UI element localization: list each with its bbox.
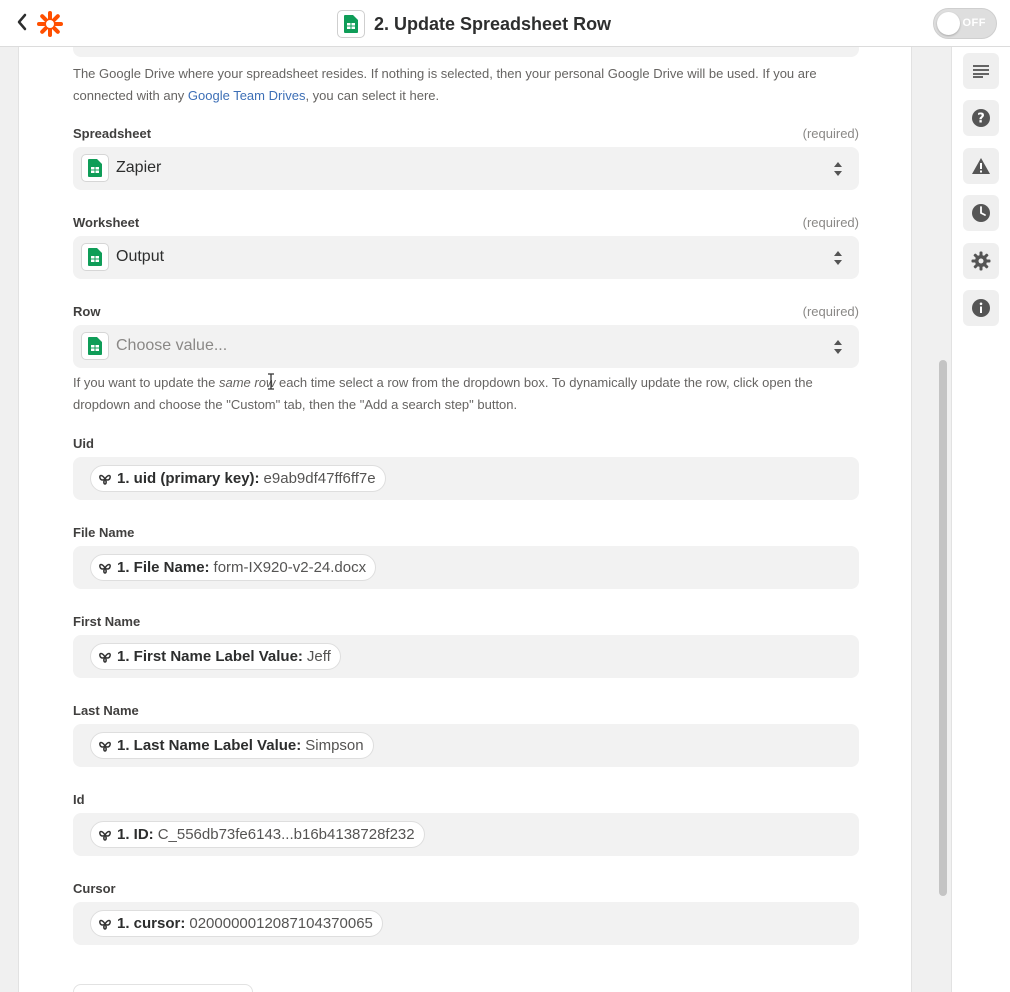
chevron-left-icon[interactable] — [16, 12, 34, 34]
toggle-label: OFF — [962, 17, 986, 29]
list-icon[interactable] — [963, 53, 999, 89]
mapped-field-input[interactable]: 1. uid (primary key): e9ab9df47ff6ff7e — [73, 457, 859, 500]
mapped-value-sample: form-IX920-v2-24.docx — [213, 559, 367, 576]
clock-icon[interactable] — [963, 195, 999, 231]
worksheet-value: Output — [116, 248, 165, 265]
row-label-row: Row (required) — [73, 304, 859, 322]
mapped-field-input[interactable]: 1. ID: C_556db73fe6143...b16b4138728f232 — [73, 813, 859, 856]
editor-header: 2. Update Spreadsheet Row OFF — [0, 0, 1010, 47]
row-placeholder: Choose value... — [116, 337, 228, 354]
field-label-row: File Name — [73, 525, 859, 543]
google-sheets-icon — [81, 154, 109, 182]
mapped-field-input[interactable]: 1. File Name: form-IX920-v2-24.docx — [73, 546, 859, 589]
step-form-panel: The Google Drive where your spreadsheet … — [18, 47, 912, 992]
mapped-field-input[interactable]: 1. Last Name Label Value: Simpson — [73, 724, 859, 767]
field-label: Uid — [73, 436, 94, 451]
row-help-text: If you want to update the same row each … — [73, 372, 859, 416]
field-label: First Name — [73, 614, 141, 629]
field-label-row: Last Name — [73, 703, 859, 721]
mapped-value-key: 1. uid (primary key): — [117, 470, 260, 487]
continue-button-stub[interactable] — [73, 984, 253, 992]
row-help-part1: If you want to update the — [73, 375, 219, 390]
spreadsheet-label-row: Spreadsheet (required) — [73, 126, 859, 144]
mapped-value-sample: Jeff — [306, 648, 331, 665]
google-sheets-icon — [337, 10, 365, 38]
step-data-icon — [99, 919, 111, 930]
worksheet-select[interactable]: Output — [73, 236, 859, 279]
step-data-icon — [99, 830, 111, 841]
mapped-value-pill[interactable]: 1. ID: C_556db73fe6143...b16b4138728f232 — [90, 821, 425, 848]
worksheet-required: (required) — [802, 215, 859, 230]
spreadsheet-value: Zapier — [116, 159, 162, 176]
drive-help-part1: The Google Drive where your spreadsheet … — [73, 66, 817, 103]
mapped-value-key: 1. First Name Label Value: — [117, 648, 303, 665]
mapped-value-pill[interactable]: 1. cursor: 0200000012087104370065 — [90, 910, 383, 937]
mapped-value-sample: Simpson — [305, 737, 364, 754]
svg-text:?: ? — [977, 112, 985, 127]
mapped-value-key: 1. cursor: — [117, 915, 186, 932]
page-title[interactable]: 2. Update Spreadsheet Row — [374, 14, 611, 35]
select-arrows-icon — [834, 340, 842, 354]
field-label-row: Id — [73, 792, 859, 810]
mapped-value-key: 1. ID: — [117, 826, 154, 843]
mapped-value-pill[interactable]: 1. Last Name Label Value: Simpson — [90, 732, 374, 759]
text-cursor-icon — [268, 373, 274, 390]
field-label: Cursor — [73, 881, 116, 896]
step-data-icon — [99, 652, 111, 663]
worksheet-label-row: Worksheet (required) — [73, 215, 859, 233]
field-label: Last Name — [73, 703, 139, 718]
step-data-icon — [99, 741, 111, 752]
scrollbar-thumb[interactable] — [939, 360, 947, 896]
field-label-row: First Name — [73, 614, 859, 632]
mapped-field-input[interactable]: 1. cursor: 0200000012087104370065 — [73, 902, 859, 945]
google-sheets-icon — [81, 243, 109, 271]
drive-select-stub[interactable] — [73, 47, 859, 57]
mapped-value-sample: e9ab9df47ff6ff7e — [263, 470, 376, 487]
google-sheets-icon — [81, 332, 109, 360]
mapped-value-pill[interactable]: 1. File Name: form-IX920-v2-24.docx — [90, 554, 377, 581]
mapped-value-sample: 0200000012087104370065 — [189, 915, 373, 932]
mapped-value-key: 1. File Name: — [117, 559, 210, 576]
team-drives-link[interactable]: Google Team Drives — [188, 88, 306, 103]
spreadsheet-select[interactable]: Zapier — [73, 147, 859, 190]
mapped-value-sample: C_556db73fe6143...b16b4138728f232 — [157, 826, 415, 843]
spreadsheet-label: Spreadsheet — [73, 126, 152, 141]
mapped-field-input[interactable]: 1. First Name Label Value: Jeff — [73, 635, 859, 678]
mapped-value-pill[interactable]: 1. First Name Label Value: Jeff — [90, 643, 341, 670]
row-required: (required) — [802, 304, 859, 319]
right-sidebar: ? — [951, 47, 1010, 992]
drive-help-text: The Google Drive where your spreadsheet … — [73, 63, 859, 107]
field-label-row: Uid — [73, 436, 859, 454]
step-title-wrap: 2. Update Spreadsheet Row — [337, 9, 611, 39]
select-arrows-icon — [834, 162, 842, 176]
field-label-row: Cursor — [73, 881, 859, 899]
select-arrows-icon — [834, 251, 842, 265]
row-select[interactable]: Choose value... — [73, 325, 859, 368]
row-label: Row — [73, 304, 101, 319]
help-icon[interactable]: ? — [963, 100, 999, 136]
toggle-knob — [937, 12, 960, 35]
worksheet-label: Worksheet — [73, 215, 140, 230]
step-data-icon — [99, 474, 111, 485]
field-label: Id — [73, 792, 85, 807]
field-label: File Name — [73, 525, 135, 540]
warning-icon[interactable] — [963, 148, 999, 184]
gear-icon[interactable] — [963, 243, 999, 279]
zapier-logo-icon[interactable] — [36, 10, 64, 38]
info-icon[interactable] — [963, 290, 999, 326]
drive-help-part2: , you can select it here. — [305, 88, 440, 103]
spreadsheet-required: (required) — [802, 126, 859, 141]
zap-on-off-toggle[interactable]: OFF — [933, 8, 997, 39]
mapped-value-pill[interactable]: 1. uid (primary key): e9ab9df47ff6ff7e — [90, 465, 386, 492]
mapped-value-key: 1. Last Name Label Value: — [117, 737, 302, 754]
step-data-icon — [99, 563, 111, 574]
